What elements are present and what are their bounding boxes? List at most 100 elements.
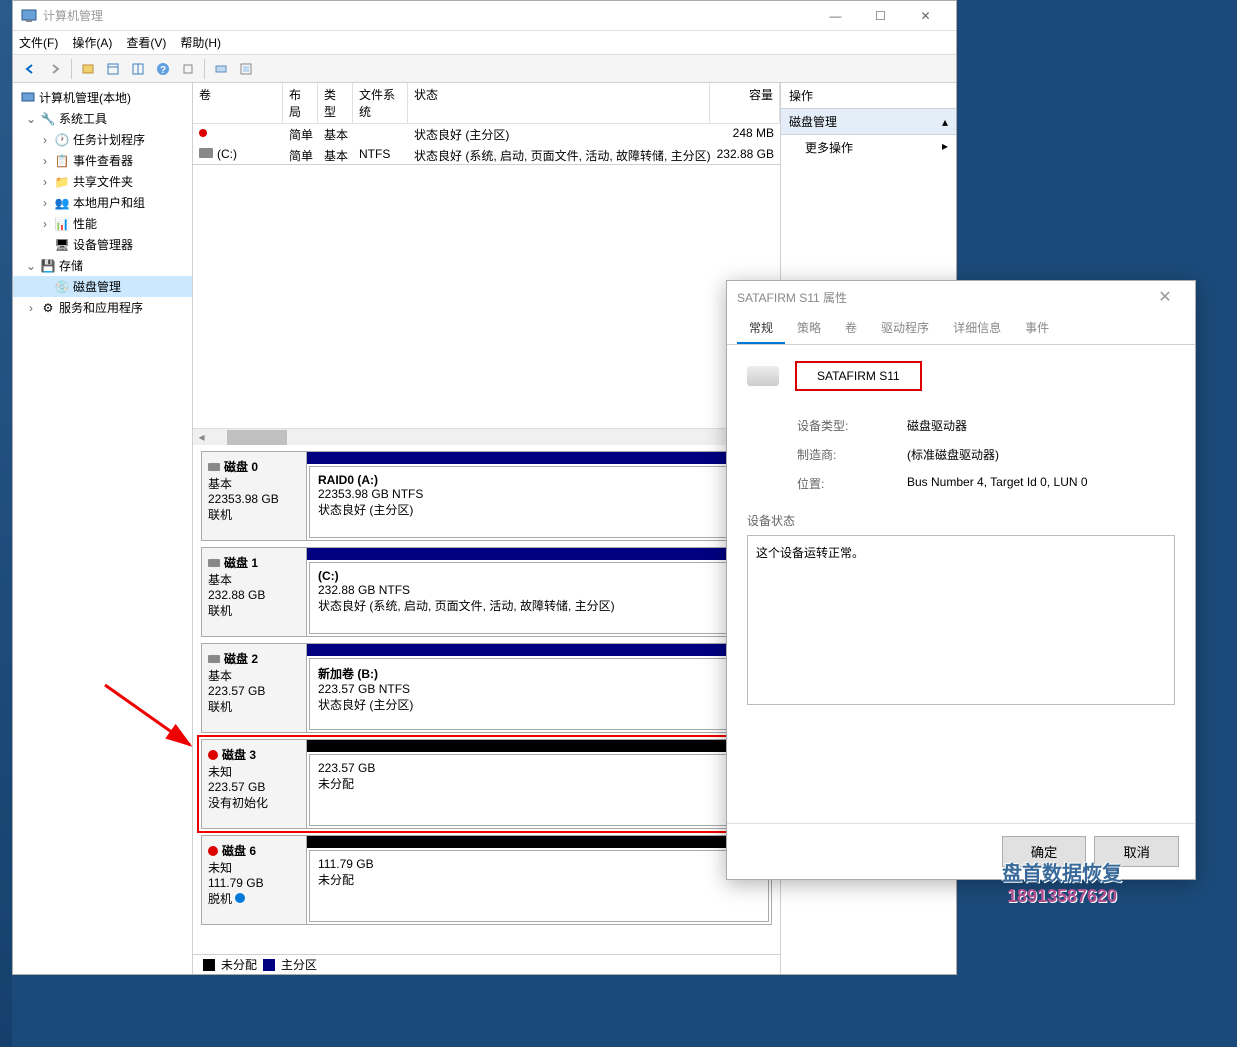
folder-icon: 📁 — [54, 174, 70, 190]
device-icon: 🖥 — [54, 237, 70, 253]
tab-general[interactable]: 常规 — [737, 313, 785, 344]
dialog-close-button[interactable]: ✕ — [1145, 287, 1185, 307]
drive-icon — [747, 366, 779, 386]
prop-type-label: 设备类型: — [797, 417, 907, 434]
expand-icon[interactable]: › — [39, 196, 51, 210]
legend-unalloc-label: 未分配 — [221, 956, 257, 973]
col-type[interactable]: 类型 — [318, 83, 353, 123]
titlebar: 计算机管理 — ☐ ✕ — [13, 1, 956, 31]
tree-shared-folders[interactable]: ›📁共享文件夹 — [13, 171, 192, 192]
disk-partition[interactable]: RAID0 (A:) 22353.98 GB NTFS 状态良好 (主分区) — [307, 452, 771, 540]
services-icon: ⚙ — [40, 300, 56, 316]
tab-events[interactable]: 事件 — [1013, 313, 1061, 344]
actions-more[interactable]: 更多操作 ▸ — [781, 135, 956, 160]
close-button[interactable]: ✕ — [903, 2, 948, 30]
tree-local-users[interactable]: ›👥本地用户和组 — [13, 192, 192, 213]
toolbar-btn-2[interactable] — [102, 58, 124, 80]
horizontal-scrollbar[interactable]: ◂ ▸ — [193, 428, 780, 445]
disk-row[interactable]: 磁盘 6 未知 111.79 GB 脱机 111.79 GB 未分配 — [201, 835, 772, 925]
disk-area[interactable]: 磁盘 0 基本 22353.98 GB 联机 RAID0 (A:) 22353.… — [193, 445, 780, 954]
volume-header: 卷 布局 类型 文件系统 状态 容量 — [193, 83, 780, 124]
toolbar-btn-1[interactable] — [77, 58, 99, 80]
maximize-button[interactable]: ☐ — [858, 2, 903, 30]
expand-icon[interactable]: › — [25, 301, 37, 315]
arrow-right-icon: ▸ — [942, 139, 948, 156]
menu-file[interactable]: 文件(F) — [19, 34, 58, 51]
tree-disk-management[interactable]: 💿磁盘管理 — [13, 276, 192, 297]
menu-help[interactable]: 帮助(H) — [180, 34, 221, 51]
disk-info: 磁盘 3 未知 223.57 GB 没有初始化 — [202, 740, 307, 828]
dialog-buttons: 确定 取消 — [727, 823, 1195, 879]
ok-button[interactable]: 确定 — [1002, 836, 1087, 867]
prop-mfr-label: 制造商: — [797, 446, 907, 463]
tree-services[interactable]: ›⚙服务和应用程序 — [13, 297, 192, 318]
volume-list[interactable]: 卷 布局 类型 文件系统 状态 容量 简单基本状态良好 (主分区)248 MB(… — [193, 83, 780, 165]
collapse-icon: ▴ — [942, 115, 948, 129]
tree-storage[interactable]: ⌄💾存储 — [13, 255, 192, 276]
tab-policies[interactable]: 策略 — [785, 313, 833, 344]
expand-icon[interactable]: ⌄ — [25, 112, 37, 126]
device-name: SATAFIRM S11 — [817, 369, 900, 383]
disk-partition[interactable]: 223.57 GB 未分配 — [307, 740, 771, 828]
dialog-title: SATAFIRM S11 属性 — [737, 289, 1145, 306]
disk-partition[interactable]: 新加卷 (B:) 223.57 GB NTFS 状态良好 (主分区) — [307, 644, 771, 732]
volume-row[interactable]: 简单基本状态良好 (主分区)248 MB — [193, 124, 780, 145]
nav-back-button[interactable] — [19, 58, 41, 80]
computer-icon — [20, 90, 36, 106]
cancel-button[interactable]: 取消 — [1094, 836, 1179, 867]
disk-row[interactable]: 磁盘 1 基本 232.88 GB 联机 (C:) 232.88 GB NTFS… — [201, 547, 772, 637]
menu-action[interactable]: 操作(A) — [72, 34, 112, 51]
toolbar-btn-6[interactable] — [210, 58, 232, 80]
legend-primary-label: 主分区 — [281, 956, 317, 973]
tree-performance[interactable]: ›📊性能 — [13, 213, 192, 234]
prop-type-value: 磁盘驱动器 — [907, 417, 967, 434]
properties-dialog: SATAFIRM S11 属性 ✕ 常规 策略 卷 驱动程序 详细信息 事件 S… — [726, 280, 1196, 880]
tree-device-manager[interactable]: 🖥设备管理器 — [13, 234, 192, 255]
col-capacity[interactable]: 容量 — [710, 83, 780, 123]
nav-forward-button[interactable] — [44, 58, 66, 80]
minimize-button[interactable]: — — [813, 2, 858, 30]
disk-partition[interactable]: 111.79 GB 未分配 — [307, 836, 771, 924]
desktop-edge — [0, 0, 12, 1047]
tree-event-viewer[interactable]: ›📋事件查看器 — [13, 150, 192, 171]
legend-unalloc-box — [203, 959, 215, 971]
device-name-highlight: SATAFIRM S11 — [795, 361, 922, 391]
tree-system-tools[interactable]: ⌄🔧系统工具 — [13, 108, 192, 129]
col-volume[interactable]: 卷 — [193, 83, 283, 123]
status-label: 设备状态 — [747, 512, 1175, 529]
prop-loc-label: 位置: — [797, 475, 907, 492]
actions-section[interactable]: 磁盘管理 ▴ — [781, 109, 956, 135]
disk-info: 磁盘 2 基本 223.57 GB 联机 — [202, 644, 307, 732]
expand-icon[interactable]: › — [39, 133, 51, 147]
tab-driver[interactable]: 驱动程序 — [869, 313, 941, 344]
disk-row[interactable]: 磁盘 3 未知 223.57 GB 没有初始化 223.57 GB 未分配 — [201, 739, 772, 829]
expand-icon[interactable]: › — [39, 217, 51, 231]
expand-icon[interactable]: ⌄ — [25, 259, 37, 273]
prop-mfr-value: (标准磁盘驱动器) — [907, 446, 999, 463]
expand-icon[interactable]: › — [39, 175, 51, 189]
volume-row[interactable]: (C:)简单基本NTFS状态良好 (系统, 启动, 页面文件, 活动, 故障转储… — [193, 145, 780, 165]
event-icon: 📋 — [54, 153, 70, 169]
status-textarea[interactable]: 这个设备运转正常。 — [747, 535, 1175, 705]
scroll-thumb[interactable] — [227, 430, 287, 445]
disk-row[interactable]: 磁盘 2 基本 223.57 GB 联机 新加卷 (B:) 223.57 GB … — [201, 643, 772, 733]
help-button[interactable]: ? — [152, 58, 174, 80]
menu-view[interactable]: 查看(V) — [126, 34, 166, 51]
tree-panel[interactable]: 计算机管理(本地) ⌄🔧系统工具 ›🕐任务计划程序 ›📋事件查看器 ›📁共享文件… — [13, 83, 193, 974]
disk-row[interactable]: 磁盘 0 基本 22353.98 GB 联机 RAID0 (A:) 22353.… — [201, 451, 772, 541]
tab-details[interactable]: 详细信息 — [941, 313, 1013, 344]
disk-info: 磁盘 6 未知 111.79 GB 脱机 — [202, 836, 307, 924]
toolbar-btn-7[interactable] — [235, 58, 257, 80]
disk-partition[interactable]: (C:) 232.88 GB NTFS 状态良好 (系统, 启动, 页面文件, … — [307, 548, 771, 636]
tab-volumes[interactable]: 卷 — [833, 313, 869, 344]
col-fs[interactable]: 文件系统 — [353, 83, 408, 123]
clock-icon: 🕐 — [54, 132, 70, 148]
tree-task-scheduler[interactable]: ›🕐任务计划程序 — [13, 129, 192, 150]
col-layout[interactable]: 布局 — [283, 83, 318, 123]
toolbar-btn-3[interactable] — [127, 58, 149, 80]
col-status[interactable]: 状态 — [408, 83, 710, 123]
tree-root[interactable]: 计算机管理(本地) — [13, 87, 192, 108]
expand-icon[interactable]: › — [39, 154, 51, 168]
toolbar-btn-5[interactable] — [177, 58, 199, 80]
disk-icon — [208, 463, 220, 471]
